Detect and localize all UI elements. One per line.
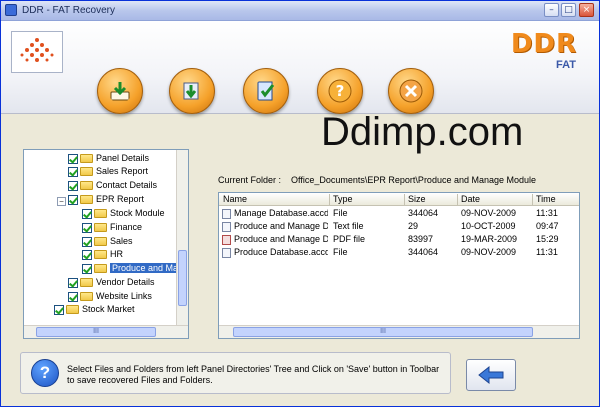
help-button[interactable]: ? (317, 68, 363, 114)
header-banner: DDR FAT ? (1, 21, 599, 114)
scroll-thumb[interactable]: III (233, 327, 533, 337)
folder-icon (94, 250, 107, 260)
column-type[interactable]: Type (333, 194, 353, 204)
tree-item-hr[interactable]: HR (82, 249, 123, 262)
logo-dots-icon (20, 38, 54, 62)
file-icon (222, 208, 231, 219)
column-size[interactable]: Size (408, 194, 426, 204)
tree-item-stock-module[interactable]: Stock Module (82, 208, 165, 221)
column-date[interactable]: Date (461, 194, 480, 204)
checkbox[interactable] (54, 304, 64, 315)
app-window: DDR - FAT Recovery – □ × DDR FAT ? Ddimp… (0, 0, 600, 407)
checkbox[interactable] (82, 222, 92, 233)
checkbox[interactable] (82, 208, 92, 219)
back-arrow-icon (478, 365, 504, 385)
tree-item-produce-and-manage[interactable]: Produce and Mar (82, 263, 184, 276)
tree-item-vendor-details[interactable]: Vendor Details (68, 277, 155, 290)
save-button[interactable] (97, 68, 143, 114)
maximize-button[interactable]: □ (561, 3, 576, 17)
checkbox[interactable] (68, 194, 78, 205)
tree-vertical-scrollbar[interactable] (176, 150, 188, 326)
checkbox[interactable] (82, 249, 92, 260)
checkbox[interactable] (68, 166, 78, 177)
folder-icon (66, 305, 79, 315)
scroll-thumb[interactable]: III (36, 327, 156, 337)
tree-item-contact-details[interactable]: Contact Details (68, 180, 157, 193)
app-logo (11, 31, 63, 73)
folder-icon (94, 264, 107, 274)
file-list: Name Type Size Date Time Manage Database… (218, 192, 580, 339)
folder-icon (80, 154, 93, 164)
table-row[interactable]: Produce Database.accdb File 344064 09-NO… (219, 246, 579, 259)
folder-icon (94, 237, 107, 247)
folder-icon (80, 278, 93, 288)
window-title: DDR - FAT Recovery (22, 5, 115, 16)
back-button[interactable] (466, 359, 516, 391)
app-icon (5, 4, 17, 16)
watermark-text: Ddimp.com (321, 110, 524, 154)
title-bar: DDR - FAT Recovery – □ × (1, 1, 599, 21)
tree-horizontal-scrollbar[interactable]: III (24, 325, 188, 338)
question-mark-icon: ? (328, 79, 352, 103)
folder-icon (94, 209, 107, 219)
tree-item-stock-market[interactable]: Stock Market (54, 304, 135, 317)
folder-icon (80, 167, 93, 177)
close-x-icon (399, 79, 423, 103)
import-arrow-icon (183, 82, 199, 100)
current-folder-path: Office_Documents\EPR Report\Produce and … (291, 175, 537, 185)
help-icon: ? (31, 359, 59, 387)
table-row[interactable]: Produce and Manage D... Text file 29 10-… (219, 220, 579, 233)
tree-item-sales[interactable]: Sales (82, 236, 133, 249)
checkbox[interactable] (68, 291, 78, 302)
checkbox[interactable] (68, 277, 78, 288)
tree-item-website-links[interactable]: Website Links (68, 291, 152, 304)
folder-icon (94, 223, 107, 233)
close-button[interactable]: × (579, 3, 594, 17)
tree-item-sales-report[interactable]: Sales Report (68, 166, 148, 179)
tree-item-panel-details[interactable]: Panel Details (68, 153, 149, 166)
table-row[interactable]: Manage Database.accdb File 344064 09-NOV… (219, 207, 579, 220)
tree-item-finance[interactable]: Finance (82, 222, 142, 235)
file-icon (222, 247, 231, 258)
pdf-file-icon (222, 234, 231, 245)
checkbox[interactable] (68, 180, 78, 191)
brand-product: FAT (556, 59, 576, 71)
collapse-toggle[interactable]: − (57, 197, 66, 206)
exit-button[interactable] (388, 68, 434, 114)
folder-icon (80, 195, 93, 205)
help-bar: ? Select Files and Folders from left Pan… (20, 352, 451, 394)
folder-icon (80, 181, 93, 191)
column-name[interactable]: Name (223, 194, 247, 204)
svg-text:?: ? (336, 82, 345, 100)
tree-item-epr-report[interactable]: EPR Report (68, 194, 144, 207)
minimize-button[interactable]: – (544, 3, 559, 17)
load-button[interactable] (169, 68, 215, 114)
table-row[interactable]: Produce and Manage D... PDF file 83997 1… (219, 233, 579, 246)
column-time[interactable]: Time (536, 194, 556, 204)
current-folder-label: Current Folder : (218, 175, 282, 185)
file-list-header: Name Type Size Date Time (219, 193, 579, 206)
checkbox[interactable] (68, 153, 78, 164)
checkbox[interactable] (82, 236, 92, 247)
check-button[interactable] (243, 68, 289, 114)
help-text: Select Files and Folders from left Panel… (67, 364, 440, 385)
notepad-check-icon (257, 81, 275, 101)
current-folder: Current Folder : Office_Documents\EPR Re… (218, 175, 536, 185)
folder-tree: Panel Details Sales Report Contact Detai… (23, 149, 189, 339)
checkbox[interactable] (82, 263, 92, 274)
brand-name: DDR (510, 29, 577, 59)
list-horizontal-scrollbar[interactable]: III (219, 325, 579, 338)
text-file-icon (222, 221, 231, 232)
folder-icon (80, 292, 93, 302)
save-download-icon (110, 82, 130, 101)
scroll-thumb[interactable] (178, 250, 187, 306)
